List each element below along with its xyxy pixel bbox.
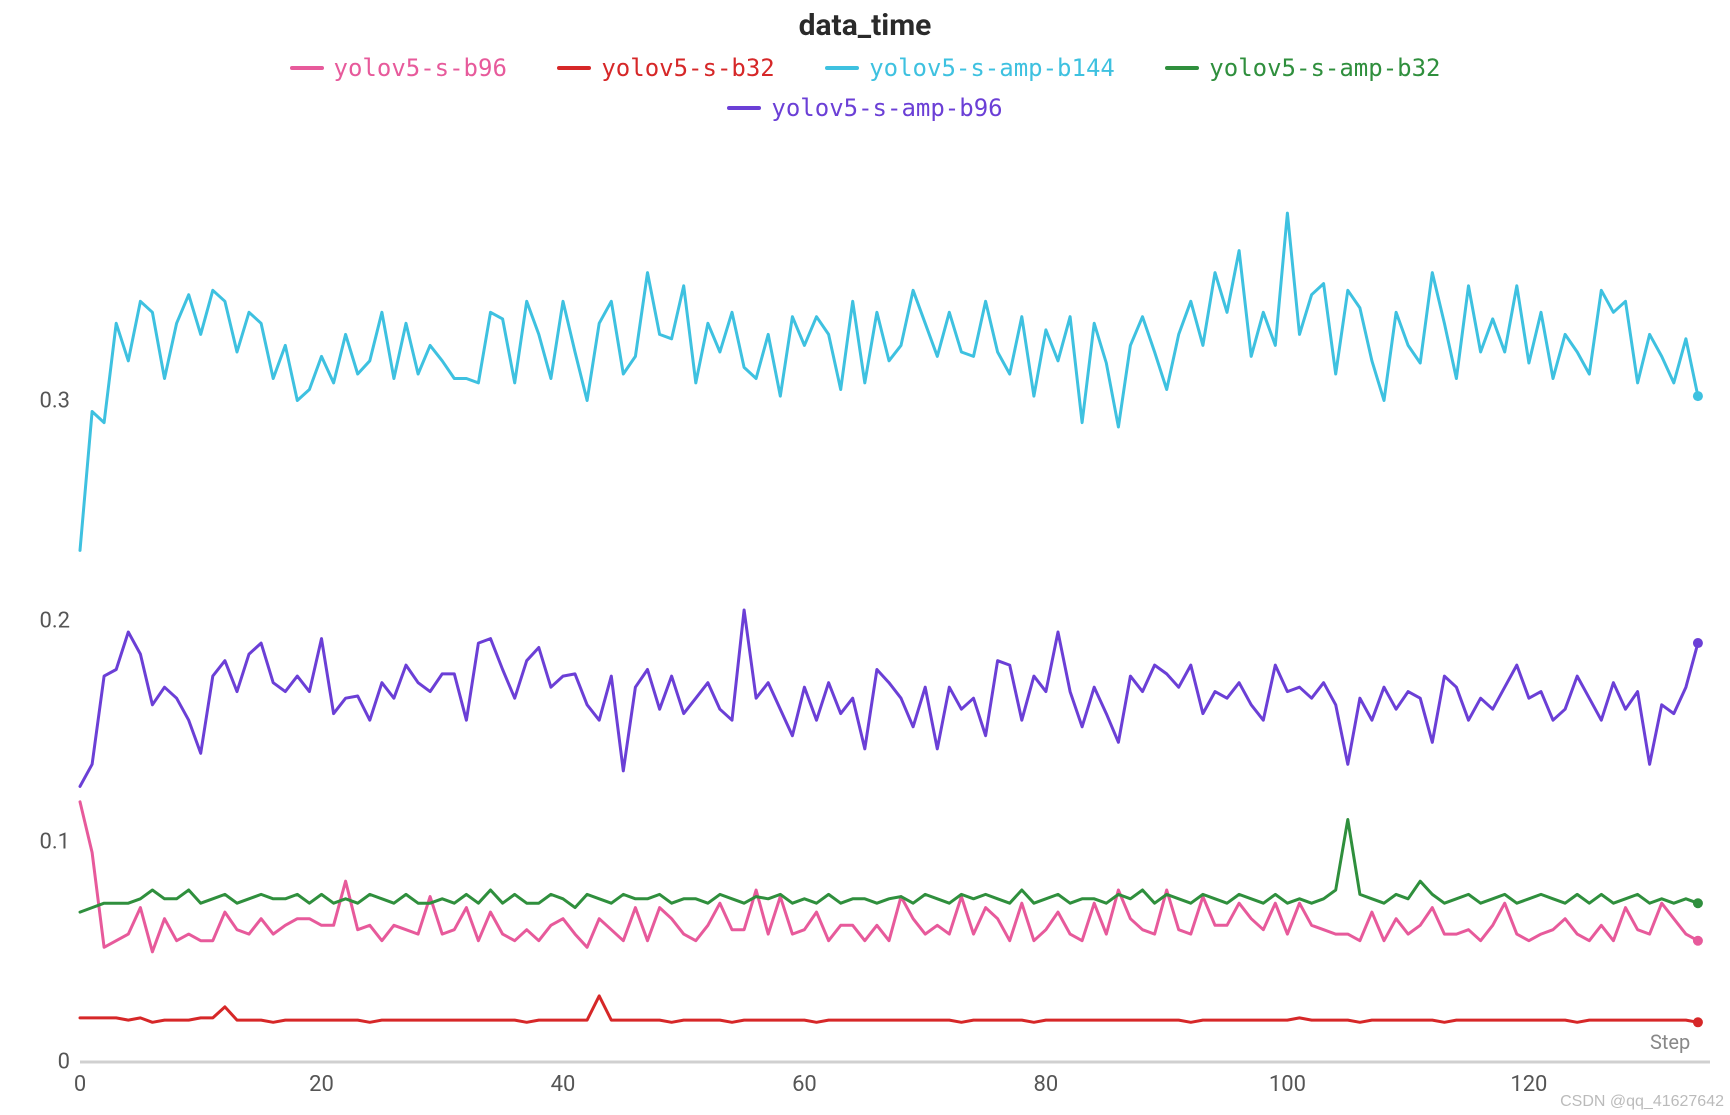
x-tick-label: 20: [309, 1072, 334, 1097]
legend-label: yolov5-s-b96: [334, 54, 507, 82]
x-axis-label: Step: [1650, 1030, 1690, 1054]
x-tick-label: 40: [551, 1072, 576, 1097]
series-line[interactable]: [80, 996, 1698, 1022]
legend-swatch: [825, 66, 859, 70]
series-line[interactable]: [80, 610, 1698, 786]
legend-item-amp-b32[interactable]: yolov5-s-amp-b32: [1165, 54, 1440, 82]
y-tick-label: 0.1: [10, 829, 70, 854]
x-tick-label: 80: [1034, 1072, 1059, 1097]
y-tick-label: 0: [10, 1050, 70, 1075]
chart-legend: yolov5-s-b96 yolov5-s-b32 yolov5-s-amp-b…: [0, 48, 1730, 122]
series-line[interactable]: [80, 802, 1698, 952]
legend-swatch: [1165, 66, 1199, 70]
series-line[interactable]: [80, 213, 1698, 550]
series-end-dot: [1693, 936, 1703, 946]
legend-item-amp-b96[interactable]: yolov5-s-amp-b96: [727, 94, 1002, 122]
x-tick-label: 0: [74, 1072, 86, 1097]
chart-container: data_time yolov5-s-b96 yolov5-s-b32 yolo…: [0, 0, 1730, 1115]
legend-item-b96[interactable]: yolov5-s-b96: [290, 54, 507, 82]
x-tick-label: 60: [792, 1072, 817, 1097]
series-end-dot: [1693, 638, 1703, 648]
legend-label: yolov5-s-amp-b32: [1209, 54, 1440, 82]
legend-label: yolov5-s-amp-b96: [771, 94, 1002, 122]
legend-swatch: [727, 106, 761, 110]
legend-item-amp-b144[interactable]: yolov5-s-amp-b144: [825, 54, 1115, 82]
legend-label: yolov5-s-amp-b144: [869, 54, 1115, 82]
plot-svg: [80, 180, 1710, 1062]
x-tick-label: 100: [1269, 1072, 1306, 1097]
y-tick-label: 0.3: [10, 388, 70, 413]
series-line[interactable]: [80, 820, 1698, 913]
series-end-dot: [1693, 391, 1703, 401]
chart-title: data_time: [0, 8, 1730, 43]
legend-item-b32[interactable]: yolov5-s-b32: [557, 54, 774, 82]
legend-swatch: [557, 66, 591, 70]
series-end-dot: [1693, 898, 1703, 908]
plot-area: [80, 180, 1710, 1062]
legend-label: yolov5-s-b32: [601, 54, 774, 82]
x-tick-label: 120: [1510, 1072, 1547, 1097]
legend-swatch: [290, 66, 324, 70]
y-tick-label: 0.2: [10, 609, 70, 634]
series-end-dot: [1693, 1017, 1703, 1027]
watermark: CSDN @qq_41627642: [1560, 1093, 1724, 1111]
